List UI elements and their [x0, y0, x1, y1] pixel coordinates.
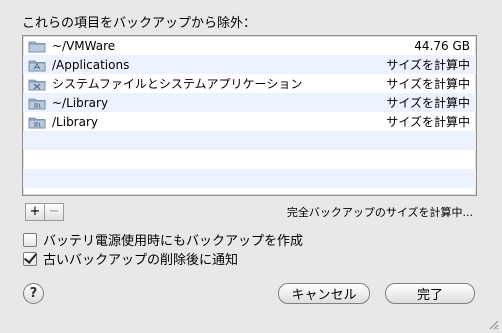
item-size: サイズを計算中 [386, 77, 470, 91]
item-name: ~/VMWare [52, 38, 116, 53]
notify-deletion-option[interactable]: 古いバックアップの削除後に通知 [23, 249, 238, 268]
empty-row [23, 169, 476, 188]
item-name: /Library [52, 114, 99, 129]
list-item[interactable]: システムファイルとシステムアプリケーション サイズを計算中 [23, 74, 476, 93]
library-folder-icon [28, 115, 46, 129]
backup-size-status: 完全バックアップのサイズを計算中... [286, 206, 473, 219]
empty-row [23, 131, 476, 150]
applications-folder-icon [28, 58, 46, 72]
add-button[interactable]: + [26, 204, 44, 220]
item-name: /Applications [52, 57, 130, 72]
item-name: システムファイルとシステムアプリケーション [52, 77, 303, 91]
system-folder-icon [28, 77, 46, 91]
notify-deletion-checkbox[interactable] [23, 251, 37, 266]
library-folder-icon [28, 96, 46, 110]
list-item[interactable]: ~/VMWare 44.76 GB [23, 36, 476, 55]
resize-grip-icon[interactable] [487, 318, 499, 330]
item-size: 44.76 GB [414, 38, 470, 53]
item-name: ~/Library [52, 95, 109, 110]
item-size: サイズを計算中 [386, 58, 470, 72]
empty-row [23, 150, 476, 169]
item-size: サイズを計算中 [386, 115, 470, 129]
list-item[interactable]: /Library サイズを計算中 [23, 112, 476, 131]
battery-backup-label: バッテリ電源使用時にもバックアップを作成 [43, 234, 304, 249]
done-button[interactable]: 完了 [385, 283, 475, 304]
sheet-heading: これらの項目をバックアップから除外： [22, 16, 257, 31]
list-item[interactable]: /Applications サイズを計算中 [23, 55, 476, 74]
item-size: サイズを計算中 [386, 96, 470, 110]
notify-deletion-label: 古いバックアップの削除後に通知 [43, 253, 239, 268]
exclusion-list[interactable]: ~/VMWare 44.76 GB /Applications サイズを計算中 … [22, 35, 477, 196]
remove-button[interactable]: − [44, 204, 63, 220]
cancel-button[interactable]: キャンセル [278, 283, 370, 304]
battery-backup-option[interactable]: バッテリ電源使用時にもバックアップを作成 [23, 230, 303, 249]
list-item[interactable]: ~/Library サイズを計算中 [23, 93, 476, 112]
exclusions-sheet: これらの項目をバックアップから除外： ~/VMWare 44.76 GB /Ap… [0, 0, 502, 333]
help-button[interactable]: ? [23, 283, 44, 304]
folder-icon [28, 39, 46, 53]
add-remove-control: + − [25, 203, 64, 221]
battery-backup-checkbox[interactable] [23, 232, 37, 247]
